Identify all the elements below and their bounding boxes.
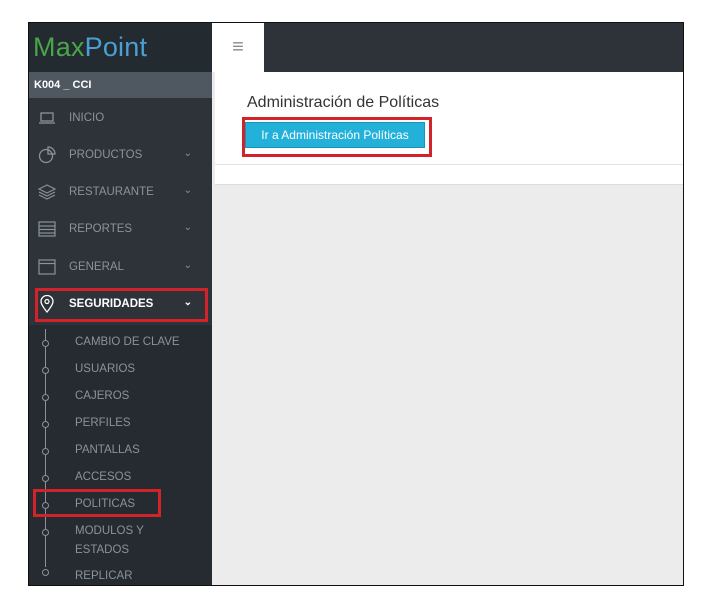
submenu-label: REPLICAR [75, 570, 133, 582]
submenu-seguridades: CAMBIO DE CLAVE USUARIOS CAJEROS PERFILE… [29, 325, 212, 585]
submenu-label: CAJEROS [75, 390, 130, 402]
menu-label: RESTAURANTE [69, 186, 154, 198]
pie-chart-icon [37, 146, 57, 164]
submenu-label: ACCESOS [75, 471, 132, 483]
submenu-label: PANTALLAS [75, 444, 140, 456]
hamburger-menu-icon[interactable]: ≡ [212, 23, 264, 72]
brand-part-point: Point [84, 32, 148, 62]
divider [215, 164, 683, 165]
bullet-icon [42, 421, 49, 428]
menu-item-inicio[interactable]: INICIO [29, 99, 212, 137]
submenu-label: CAMBIO DE CLAVE [75, 336, 180, 348]
list-icon [37, 221, 57, 237]
bullet-icon [42, 340, 49, 347]
top-bar: ≡ [212, 23, 683, 72]
bullet-icon [42, 569, 49, 576]
chevron-down-icon: ⌄ [183, 148, 192, 159]
menu-item-productos[interactable]: PRODUCTOS ⌄ [29, 136, 212, 174]
submenu-label: USUARIOS [75, 363, 136, 375]
menu-label: REPORTES [69, 223, 133, 235]
monitor-icon [37, 110, 57, 126]
app-window: Max Point K004 _ CCI INICIO PRODUCTOS ⌄ R… [28, 22, 684, 586]
chevron-down-icon: ⌄ [183, 222, 192, 233]
submenu-label: PERFILES [75, 417, 131, 429]
bullet-icon [42, 367, 49, 374]
brand-logo: Max Point [29, 23, 212, 72]
highlight-box-politicas [33, 489, 161, 517]
submenu-label: ESTADOS [75, 544, 130, 556]
store-code: K004 _ CCI [29, 72, 212, 98]
menu-item-general[interactable]: GENERAL ⌄ [29, 248, 212, 286]
layers-icon [37, 184, 57, 200]
submenu-label: MODULOS Y [75, 525, 144, 537]
bullet-icon [42, 448, 49, 455]
menu-label: INICIO [69, 112, 105, 124]
highlight-box-seguridades [35, 288, 208, 322]
menu-item-restaurante[interactable]: RESTAURANTE ⌄ [29, 173, 212, 211]
window-icon [37, 259, 57, 275]
bullet-icon [42, 475, 49, 482]
bullet-icon [42, 394, 49, 401]
brand-part-max: Max [33, 32, 85, 62]
bullet-icon [42, 529, 49, 536]
menu-label: PRODUCTOS [69, 149, 143, 161]
chevron-down-icon: ⌄ [183, 185, 192, 196]
highlight-box-button [242, 117, 432, 157]
chevron-down-icon: ⌄ [183, 260, 192, 271]
page-title: Administración de Políticas [247, 94, 440, 111]
menu-label: GENERAL [69, 261, 124, 273]
menu-item-reportes[interactable]: REPORTES ⌄ [29, 210, 212, 248]
